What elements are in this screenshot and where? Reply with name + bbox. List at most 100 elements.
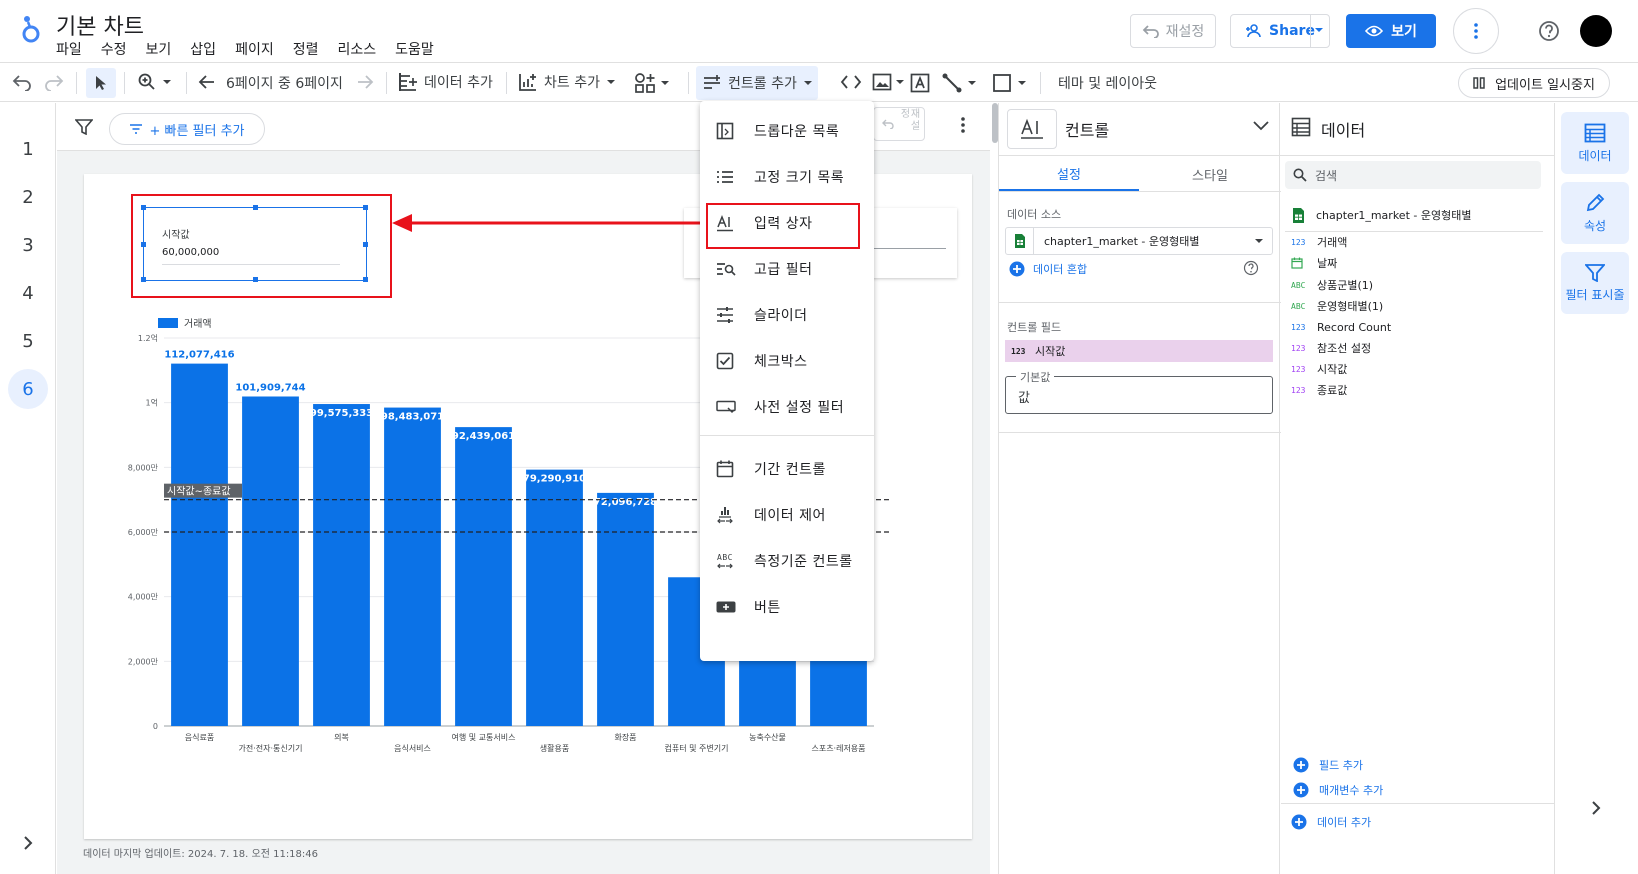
menu-item-button[interactable]: 버튼 bbox=[700, 585, 874, 629]
menu-insert[interactable]: 삽입 bbox=[190, 39, 216, 59]
canvas-reset-button[interactable]: 재설정 bbox=[873, 107, 925, 141]
undo-reset-icon bbox=[882, 119, 894, 129]
field-item[interactable]: 123 거래액 bbox=[1291, 234, 1347, 250]
field-item[interactable]: 123 시작값 bbox=[1291, 361, 1347, 377]
menu-help[interactable]: 도움말 bbox=[395, 39, 434, 59]
y-tick-label: 6,000만 bbox=[128, 528, 159, 537]
menu-view[interactable]: 보기 bbox=[146, 39, 172, 59]
data-label: 79,290,910 bbox=[523, 474, 586, 485]
field-item[interactable]: 날짜 bbox=[1291, 255, 1337, 271]
menu-item-dropdown-list[interactable]: 드롭다운 목록 bbox=[700, 109, 874, 153]
add-data-source-button[interactable]: 데이터 추가 bbox=[1291, 814, 1371, 830]
menu-resource[interactable]: 리소스 bbox=[337, 39, 376, 59]
rail-data-button[interactable]: 데이터 bbox=[1561, 112, 1629, 174]
page-1-tab[interactable]: 1 bbox=[8, 129, 48, 169]
data-label: 112,077,416 bbox=[164, 350, 234, 361]
svg-text:ABC: ABC bbox=[717, 553, 733, 562]
expand-pages-icon[interactable] bbox=[22, 835, 34, 851]
add-field-button[interactable]: 필드 추가 bbox=[1293, 757, 1363, 773]
sheets-icon bbox=[1006, 228, 1034, 254]
menu-item-fixed-list[interactable]: 고정 크기 목록 bbox=[700, 155, 874, 199]
menu-arrange[interactable]: 정렬 bbox=[293, 39, 319, 59]
caret-down-icon bbox=[661, 81, 669, 85]
page-2-tab[interactable]: 2 bbox=[8, 177, 48, 217]
menu-item-dimension-control[interactable]: ABC 측정기준 컨트롤 bbox=[700, 539, 874, 583]
select-tool[interactable] bbox=[86, 68, 116, 98]
slider-icon bbox=[717, 307, 733, 323]
menu-page[interactable]: 페이지 bbox=[235, 39, 274, 59]
rail-properties-button[interactable]: 속성 bbox=[1561, 182, 1629, 244]
add-control-button[interactable]: 컨트롤 추가 bbox=[696, 66, 818, 100]
filter-bar-more-icon[interactable] bbox=[961, 117, 965, 133]
menu-edit[interactable]: 수정 bbox=[101, 39, 127, 59]
pause-updates-button[interactable]: 업데이트 일시중지 bbox=[1458, 68, 1610, 98]
insert-line-button[interactable] bbox=[942, 73, 977, 93]
add-parameter-button[interactable]: 매개변수 추가 bbox=[1293, 782, 1383, 798]
data-label: 98,483,071 bbox=[381, 412, 444, 423]
share-dropdown-icon[interactable] bbox=[1313, 22, 1325, 38]
menu-item-date-range[interactable]: 기간 컨트롤 bbox=[700, 447, 874, 491]
next-page-icon[interactable] bbox=[356, 73, 374, 91]
menu-item-slider[interactable]: 슬라이더 bbox=[700, 293, 874, 337]
dimension-control-icon: ABC bbox=[717, 553, 733, 569]
rail-filter-bar-button[interactable]: 필터 표시줄 bbox=[1561, 252, 1629, 314]
page-4-tab[interactable]: 4 bbox=[8, 273, 48, 313]
x-tick-label: 생활용품 bbox=[540, 743, 569, 753]
redo-icon[interactable] bbox=[44, 73, 64, 91]
field-item[interactable]: 123 참조선 설정 bbox=[1291, 340, 1371, 356]
help-icon[interactable] bbox=[1538, 20, 1560, 42]
zoom-menu[interactable] bbox=[138, 73, 172, 91]
looker-logo-icon[interactable] bbox=[20, 14, 42, 44]
more-vert-icon bbox=[1474, 23, 1478, 39]
chart-bar bbox=[384, 407, 441, 726]
menu-item-advanced-filter[interactable]: 고급 필터 bbox=[700, 247, 874, 291]
page-5-tab[interactable]: 5 bbox=[8, 321, 48, 361]
page-6-tab[interactable]: 6 bbox=[8, 369, 48, 409]
help-icon[interactable] bbox=[1243, 260, 1259, 276]
reset-button[interactable]: 재설정 bbox=[1130, 14, 1216, 48]
field-item[interactable]: ABC 상품군별(1) bbox=[1291, 277, 1373, 293]
add-component-button[interactable] bbox=[634, 72, 670, 94]
more-options-button[interactable] bbox=[1453, 8, 1499, 54]
undo-icon[interactable] bbox=[12, 73, 32, 91]
tab-setup[interactable]: 설정 bbox=[999, 157, 1139, 191]
data-source-item[interactable]: chapter1_market - 운영형태별 bbox=[1293, 207, 1471, 223]
add-chart-button[interactable]: 차트 추가 bbox=[518, 72, 616, 92]
field-item[interactable]: 123 Record Count bbox=[1291, 319, 1391, 335]
y-tick-label: 1.2억 bbox=[138, 333, 158, 343]
view-button[interactable]: 보기 bbox=[1346, 14, 1436, 48]
collapse-chevron-icon[interactable] bbox=[1253, 121, 1269, 131]
data-source-select[interactable]: chapter1_market - 운영형태별 bbox=[1005, 227, 1273, 255]
control-field-chip[interactable]: 123 시작값 bbox=[1005, 340, 1273, 362]
embed-code-icon[interactable] bbox=[840, 73, 862, 91]
cursor-arrow-icon bbox=[96, 76, 106, 90]
field-search-input[interactable]: 검색 bbox=[1285, 161, 1541, 189]
field-item[interactable]: ABC 운영형태별(1) bbox=[1291, 298, 1383, 314]
data-label: 101,909,744 bbox=[235, 382, 305, 393]
field-item[interactable]: 123 종료값 bbox=[1291, 382, 1347, 398]
default-value-field[interactable]: 기본값 값 bbox=[1005, 369, 1273, 414]
menu-item-preset-filter[interactable]: 사전 설정 필터 bbox=[700, 385, 874, 429]
avatar[interactable] bbox=[1580, 15, 1612, 47]
rail-expand-icon[interactable] bbox=[1590, 800, 1602, 816]
filter-list-icon bbox=[130, 124, 143, 134]
add-data-button[interactable]: 데이터 추가 bbox=[398, 72, 493, 92]
prev-page-icon[interactable] bbox=[198, 73, 216, 91]
filter-icon[interactable] bbox=[75, 119, 93, 135]
menu-item-checkbox[interactable]: 체크박스 bbox=[700, 339, 874, 383]
menu-file[interactable]: 파일 bbox=[56, 39, 82, 59]
page-3-tab[interactable]: 3 bbox=[8, 225, 48, 265]
tab-style[interactable]: 스타일 bbox=[1139, 157, 1281, 191]
app-header: 기본 차트 파일 수정 보기 삽입 페이지 정렬 리소스 도움말 재설정 Sha… bbox=[0, 0, 1638, 60]
report-title[interactable]: 기본 차트 bbox=[56, 9, 144, 41]
insert-shape-button[interactable] bbox=[992, 73, 1027, 93]
text-box-icon[interactable] bbox=[910, 73, 930, 93]
theme-layout-button[interactable]: 테마 및 레이아웃 bbox=[1058, 73, 1157, 93]
quick-filter-button[interactable]: + 빠른 필터 추가 bbox=[109, 113, 265, 145]
control-type-icon bbox=[1007, 109, 1057, 149]
data-control-icon bbox=[717, 507, 733, 524]
menu-item-data-control[interactable]: 데이터 제어 bbox=[700, 493, 874, 537]
insert-image-button[interactable] bbox=[872, 73, 905, 91]
blend-data-button[interactable]: 데이터 혼합 bbox=[1009, 261, 1087, 277]
data-panel-title: 데이터 bbox=[1321, 121, 1366, 140]
